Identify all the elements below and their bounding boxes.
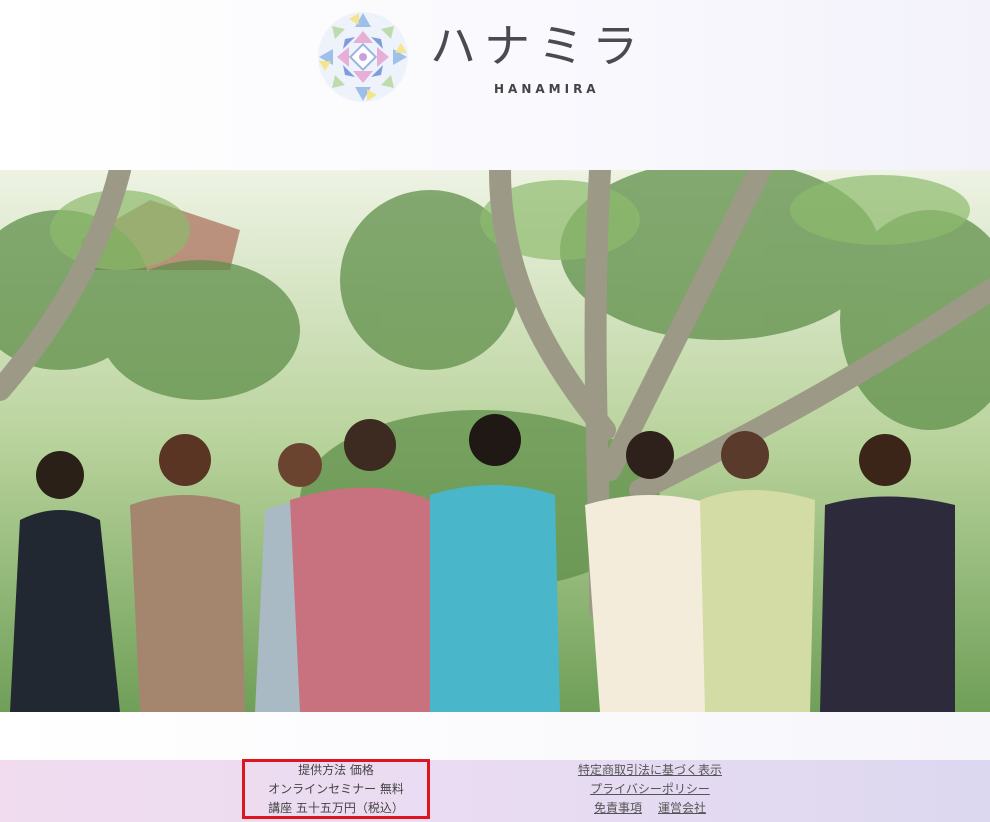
site-header: ハナミラ HANAMIRA [0,0,990,170]
mandala-logo-icon[interactable] [316,10,410,104]
highlight-annotation-box [242,759,430,819]
brand-logo-en[interactable]: HANAMIRA [494,82,600,96]
section-spacer [0,712,990,760]
footer-links: 特定商取引法に基づく表示 プライバシーポリシー 免責事項 運営会社 [560,760,740,818]
disclaimer-link[interactable]: 免責事項 [594,801,642,815]
group-photo-image [0,170,990,712]
company-link[interactable]: 運営会社 [658,801,706,815]
privacy-policy-link[interactable]: プライバシーポリシー [590,782,710,796]
tokushoho-link[interactable]: 特定商取引法に基づく表示 [578,763,722,777]
brand-logo-jp[interactable]: ハナミラ [430,18,680,74]
site-footer: 提供方法 価格 オンラインセミナー 無料 講座 五十五万円（税込） 特定商取引法… [0,760,990,822]
hero-image [0,170,990,712]
